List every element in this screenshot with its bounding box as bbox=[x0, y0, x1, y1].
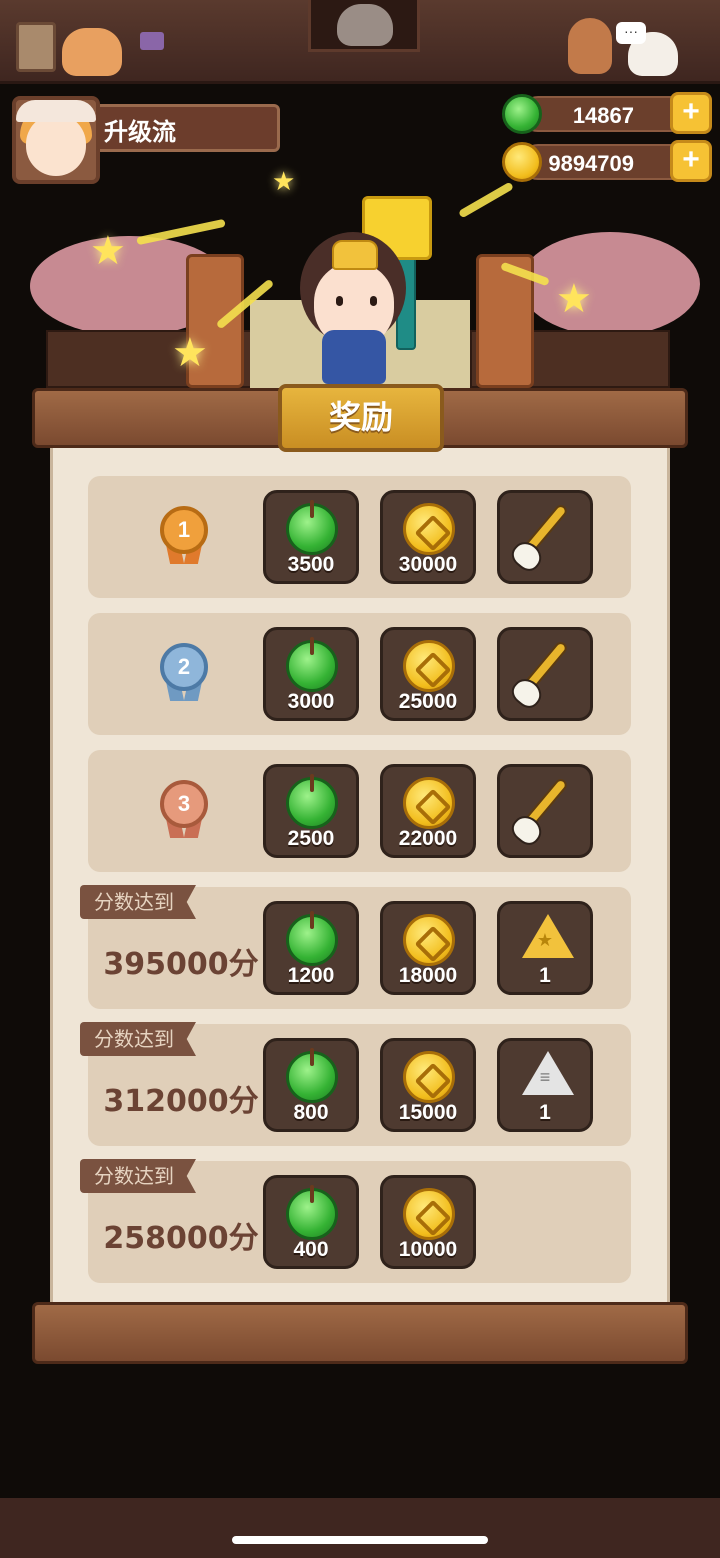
jade-icon bbox=[286, 637, 338, 692]
coin-icon bbox=[403, 640, 455, 692]
coin-icon bbox=[403, 777, 455, 829]
jade-icon bbox=[286, 1185, 338, 1240]
reward-amount: 25000 bbox=[398, 690, 458, 713]
score-reward-row-2: 分数达到 312000分 800 15000 ≡ 1 bbox=[80, 1022, 631, 1146]
player-name: 升级流 bbox=[104, 118, 176, 146]
reward-amount: 30000 bbox=[398, 553, 458, 576]
top-center-frame bbox=[308, 0, 420, 52]
rank-medal-3-icon: 3 bbox=[160, 780, 208, 828]
hero-crown-icon bbox=[332, 240, 378, 270]
coin-icon bbox=[403, 503, 455, 555]
coin-icon bbox=[403, 1051, 455, 1103]
player-avatar[interactable] bbox=[12, 96, 100, 184]
reward-amount: 18000 bbox=[398, 964, 458, 987]
avatar-hat bbox=[16, 100, 96, 122]
score-reward-row-1: 分数达到 395000分 1200 18000 ★ 1 bbox=[80, 885, 631, 1009]
reward-amount: 1 bbox=[539, 1101, 551, 1124]
rank-medal-2-icon: 2 bbox=[160, 643, 208, 691]
home-indicator[interactable] bbox=[232, 1536, 488, 1544]
reward-amount: 3000 bbox=[287, 690, 335, 713]
add-coins-button[interactable]: + bbox=[670, 140, 712, 182]
star-icon: ★ bbox=[272, 166, 296, 196]
jade-icon bbox=[286, 911, 338, 966]
add-jade-button[interactable]: + bbox=[670, 92, 712, 134]
reward-slot[interactable]: ★ 1 bbox=[497, 901, 593, 995]
reward-amount: 10000 bbox=[398, 1238, 458, 1261]
sparkle-streak bbox=[136, 218, 226, 246]
reward-slot[interactable]: 2500 bbox=[263, 764, 359, 858]
reward-amount: 1 bbox=[539, 964, 551, 987]
reward-slot[interactable]: 15000 bbox=[380, 1038, 476, 1132]
reward-slot[interactable]: 800 bbox=[263, 1038, 359, 1132]
reward-slot[interactable]: 22000 bbox=[380, 764, 476, 858]
panel-bottom-plank bbox=[32, 1302, 688, 1364]
reward-amount: 1200 bbox=[287, 964, 335, 987]
top-decor-strip: ··· bbox=[0, 0, 720, 84]
avatar-face bbox=[26, 114, 86, 176]
purple-cushion-icon bbox=[140, 32, 164, 50]
score-tag: 分数达到 bbox=[80, 1159, 196, 1193]
reward-slot[interactable]: 18000 bbox=[380, 901, 476, 995]
reward-amount: 15000 bbox=[398, 1101, 458, 1124]
panel-title: 奖励 bbox=[278, 384, 444, 452]
reward-slot[interactable]: 30000 bbox=[380, 490, 476, 584]
coin-icon bbox=[403, 914, 455, 966]
star-icon: ★ bbox=[90, 229, 126, 273]
reward-amount: 400 bbox=[293, 1238, 329, 1261]
score-threshold: 395000分 bbox=[103, 947, 259, 982]
star-icon: ★ bbox=[172, 331, 208, 375]
sparkle-streak bbox=[458, 181, 514, 219]
score-threshold: 312000分 bbox=[103, 1084, 259, 1119]
score-reward-row-3: 分数达到 258000分 400 10000 bbox=[80, 1159, 631, 1283]
reward-slot[interactable]: 10000 bbox=[380, 1175, 476, 1269]
hero-body bbox=[322, 330, 386, 384]
reward-slot[interactable] bbox=[497, 627, 593, 721]
score-tag: 分数达到 bbox=[80, 885, 196, 919]
jade-balance: 14867 bbox=[572, 103, 634, 128]
cat-decor-icon bbox=[62, 28, 122, 76]
reward-amount: 2500 bbox=[287, 827, 335, 850]
reward-slot[interactable] bbox=[497, 490, 593, 584]
token-star-icon: ★ bbox=[536, 930, 554, 950]
rank-reward-row-1: 1 3500 30000 bbox=[88, 476, 631, 598]
coin-balance-bar: 9894709 bbox=[520, 144, 680, 180]
hero-eye bbox=[336, 296, 343, 306]
coin-icon bbox=[403, 1188, 455, 1240]
reward-amount: 22000 bbox=[398, 827, 458, 850]
reward-amount: 800 bbox=[293, 1101, 329, 1124]
jade-currency-icon bbox=[502, 94, 542, 134]
bottom-bar bbox=[0, 1498, 720, 1558]
rank-reward-row-2: 2 3000 25000 bbox=[88, 613, 631, 735]
reward-slot[interactable]: 25000 bbox=[380, 627, 476, 721]
jade-icon bbox=[286, 500, 338, 555]
token-emblem-icon: ≡ bbox=[539, 1067, 551, 1087]
hanging-scroll-decor bbox=[16, 22, 56, 72]
jade-balance-bar: 14867 bbox=[520, 96, 680, 132]
rank-reward-row-3: 3 2500 22000 bbox=[88, 750, 631, 872]
star-icon: ★ bbox=[556, 277, 592, 321]
coin-currency-icon bbox=[502, 142, 542, 182]
reward-slot[interactable]: 1200 bbox=[263, 901, 359, 995]
reward-slot[interactable]: 3500 bbox=[263, 490, 359, 584]
rank-medal-1-icon: 1 bbox=[160, 506, 208, 554]
score-threshold: 258000分 bbox=[103, 1221, 259, 1256]
jade-icon bbox=[286, 774, 338, 829]
score-tag: 分数达到 bbox=[80, 1022, 196, 1056]
coin-balance: 9894709 bbox=[548, 151, 634, 176]
reward-slot[interactable]: ≡ 1 bbox=[497, 1038, 593, 1132]
jade-icon bbox=[286, 1048, 338, 1103]
villager-decor-icon bbox=[568, 18, 612, 74]
hero-eye bbox=[370, 296, 377, 306]
speech-bubble-icon: ··· bbox=[616, 22, 646, 44]
reward-slot[interactable] bbox=[497, 764, 593, 858]
reward-slot[interactable]: 3000 bbox=[263, 627, 359, 721]
raccoon-decor-icon bbox=[337, 4, 393, 46]
reward-amount: 3500 bbox=[287, 553, 335, 576]
reward-slot[interactable]: 400 bbox=[263, 1175, 359, 1269]
